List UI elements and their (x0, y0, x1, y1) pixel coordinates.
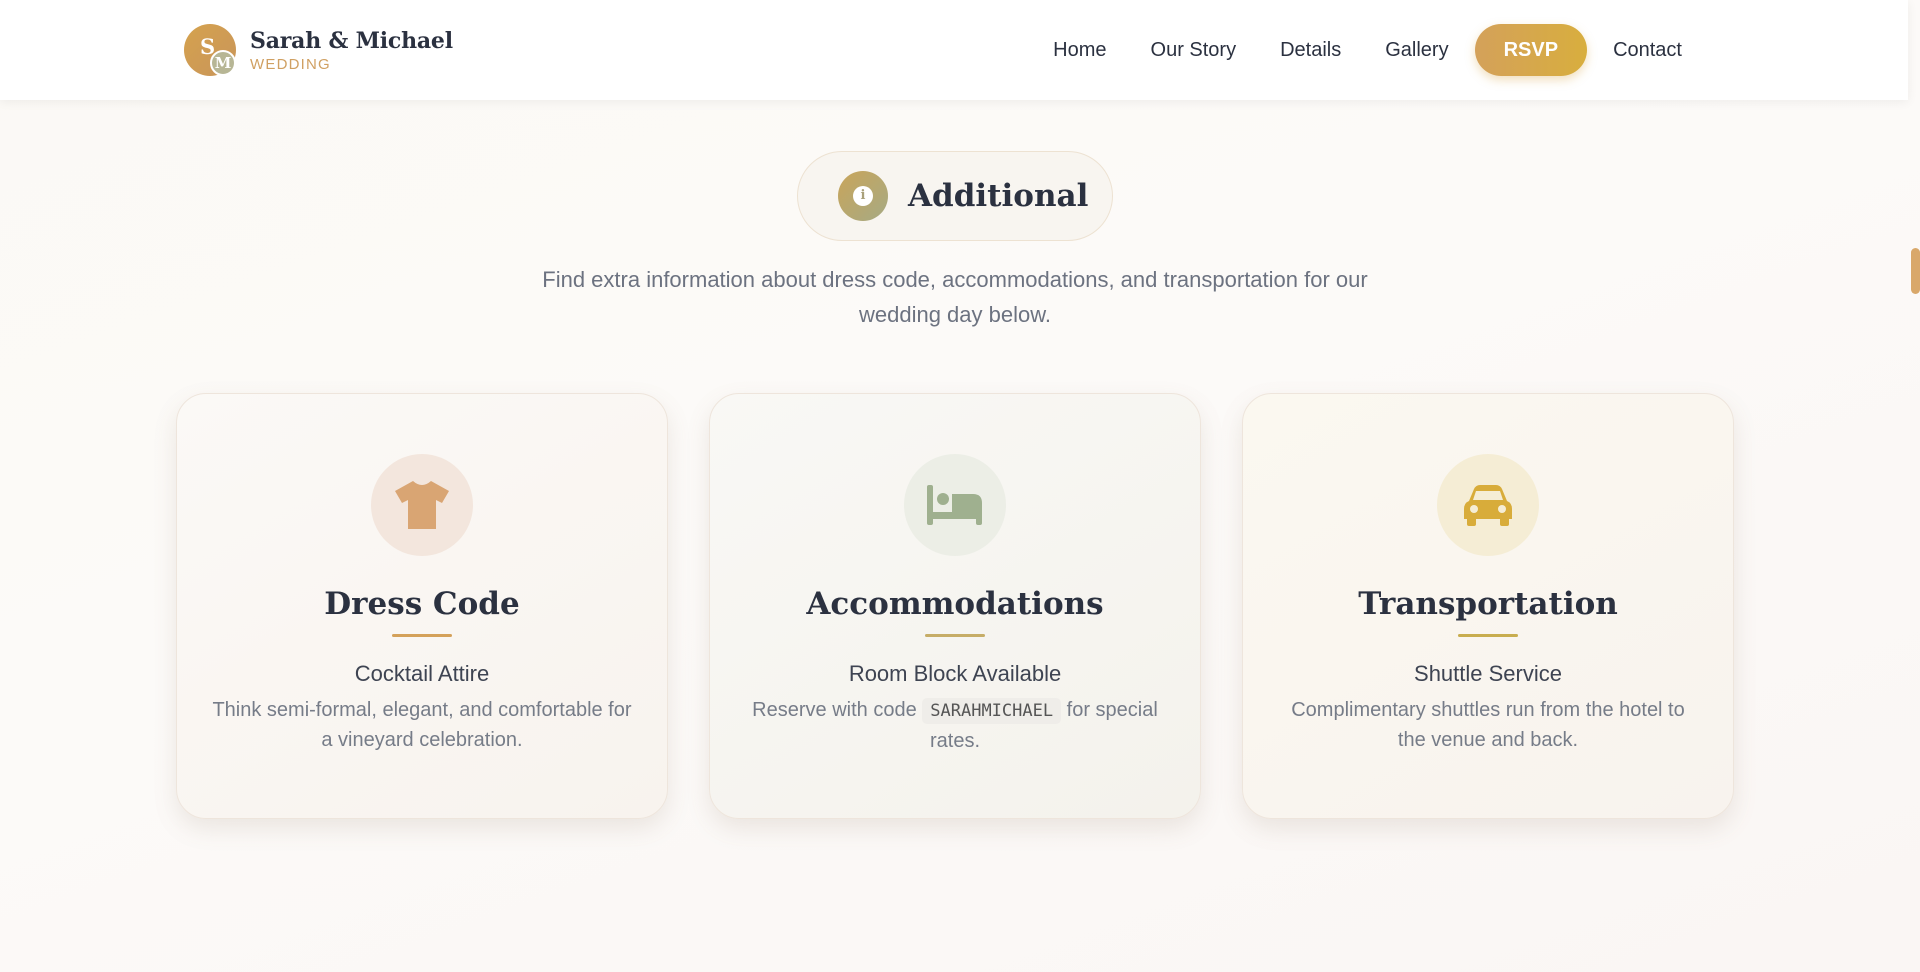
rsvp-button[interactable]: RSVP (1474, 24, 1588, 76)
info-icon: i (838, 171, 888, 221)
logo-subtitle: WEDDING (250, 55, 331, 73)
card-title: Dress Code (324, 586, 520, 622)
card-title: Accommodations (806, 586, 1104, 622)
scrollbar-thumb[interactable] (1911, 248, 1920, 294)
nav-contact[interactable]: Contact (1591, 24, 1704, 76)
accommodations-card: Accommodations Room Block Available Rese… (709, 393, 1201, 819)
nav-home[interactable]: Home (1031, 24, 1128, 76)
promo-code: SARAHMICHAEL (922, 698, 1062, 724)
nav-details[interactable]: Details (1258, 24, 1363, 76)
card-description: Think semi-formal, elegant, and comforta… (212, 699, 632, 751)
card-description: Reserve with code SARAHMICHAEL for speci… (745, 695, 1165, 756)
bed-icon (904, 454, 1006, 556)
logo-text: Sarah & Michael WEDDING (250, 28, 453, 73)
nav-our-story[interactable]: Our Story (1129, 24, 1259, 76)
site-header: S M Sarah & Michael WEDDING Home Our Sto… (0, 0, 1908, 100)
description-before-code: Reserve with code (752, 699, 917, 721)
dress-code-card: Dress Code Cocktail Attire Think semi-fo… (176, 393, 668, 819)
couple-name: Sarah & Michael (250, 27, 453, 54)
monogram-second-initial: M (210, 50, 236, 76)
monogram-badge: S M (184, 24, 236, 76)
transportation-card: Transportation Shuttle Service Complimen… (1242, 393, 1734, 819)
card-subtitle: Room Block Available (848, 661, 1062, 686)
main-nav: Home Our Story Details Gallery RSVP Cont… (1031, 24, 1704, 76)
shirt-icon (371, 454, 473, 556)
title-underline (392, 634, 452, 637)
title-underline (1458, 634, 1518, 637)
section-heading-pill: i Additional (797, 151, 1113, 241)
title-underline (925, 634, 985, 637)
section-title: Additional (908, 178, 1089, 214)
card-subtitle: Shuttle Service (1414, 661, 1562, 686)
nav-gallery[interactable]: Gallery (1363, 24, 1470, 76)
section-intro: Find extra information about dress code,… (542, 267, 1368, 327)
car-icon (1437, 454, 1539, 556)
card-title: Transportation (1358, 586, 1618, 622)
card-description: Complimentary shuttles run from the hote… (1291, 699, 1685, 751)
site-logo[interactable]: S M Sarah & Michael WEDDING (184, 24, 453, 76)
card-subtitle: Cocktail Attire (354, 661, 490, 686)
